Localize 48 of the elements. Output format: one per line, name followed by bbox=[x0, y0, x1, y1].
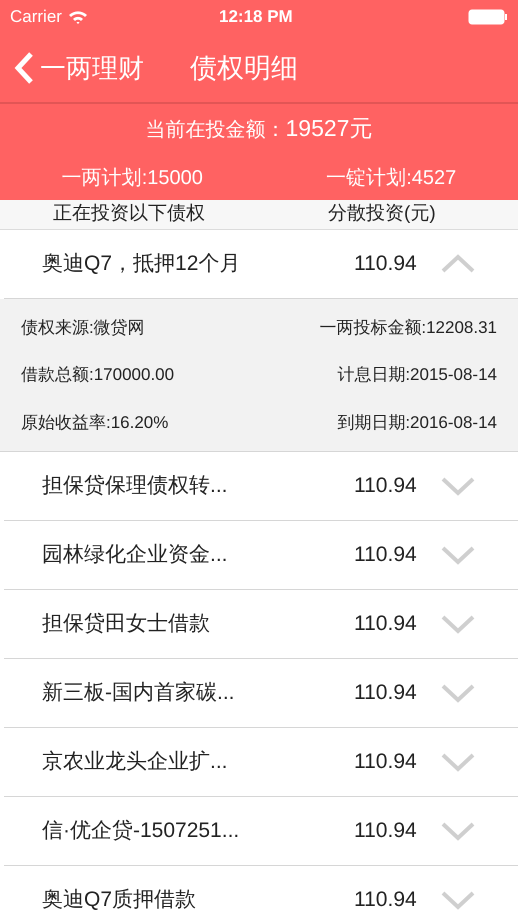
investment-row[interactable]: 奥迪Q7质押借款 110.94 bbox=[4, 866, 518, 920]
status-time: 12:18 PM bbox=[219, 6, 293, 28]
loan-amount: 110.94 bbox=[353, 611, 418, 638]
loan-amount: 110.94 bbox=[353, 887, 418, 914]
detail-text: 一两投标金额:12208.31 bbox=[319, 316, 497, 338]
back-chevron-icon bbox=[14, 51, 34, 85]
loan-name: 京农业龙头企业扩... bbox=[41, 749, 229, 776]
loan-amount: 110.94 bbox=[353, 680, 418, 706]
battery-icon bbox=[468, 9, 508, 25]
chevron-down-icon[interactable] bbox=[441, 476, 475, 496]
investment-row[interactable]: 担保贷保理债权转... 110.94 bbox=[4, 452, 518, 521]
loan-name: 园林绿化企业资金... bbox=[41, 542, 229, 568]
detail-text: 计息日期:2015-08-14 bbox=[337, 364, 497, 386]
chevron-down-icon[interactable] bbox=[441, 614, 475, 634]
loan-amount: 110.94 bbox=[353, 542, 418, 568]
loan-name: 担保贷田女士借款 bbox=[41, 611, 211, 638]
plan-amount: 一锭计划:4527 bbox=[326, 166, 456, 192]
chevron-down-icon[interactable] bbox=[441, 890, 475, 910]
loan-amount: 110.94 bbox=[353, 818, 418, 844]
chevron-up-icon[interactable] bbox=[441, 254, 475, 274]
loan-amount: 110.94 bbox=[353, 250, 418, 277]
column-header: 分散投资(元) bbox=[328, 202, 436, 226]
loan-name: 担保贷保理债权转... bbox=[41, 473, 229, 500]
detail-text: 原始收益率:16.20% bbox=[21, 412, 168, 434]
chevron-down-icon[interactable] bbox=[441, 683, 475, 703]
column-header: 正在投资以下债权 bbox=[52, 202, 206, 226]
detail-text: 到期日期:2016-08-14 bbox=[337, 412, 497, 434]
investment-row[interactable]: 园林绿化企业资金... 110.94 bbox=[4, 521, 518, 590]
loan-amount: 110.94 bbox=[353, 749, 418, 776]
detail-text: 债权来源:微贷网 bbox=[21, 316, 145, 338]
investment-row[interactable]: 新三板-国内首家碳... 110.94 bbox=[4, 659, 518, 728]
loan-name: 奥迪Q7质押借款 bbox=[41, 887, 198, 914]
investment-row[interactable]: 担保贷田女士借款 110.94 bbox=[4, 590, 518, 659]
page-title: 债权明细 bbox=[190, 52, 298, 85]
carrier-label: Carrier bbox=[10, 6, 62, 28]
chevron-down-icon[interactable] bbox=[441, 821, 475, 841]
investment-row[interactable]: 信·优企贷-1507251... 110.94 bbox=[4, 797, 518, 866]
chevron-down-icon[interactable] bbox=[441, 752, 475, 772]
loan-amount: 110.94 bbox=[353, 473, 418, 500]
loan-name: 信·优企贷-1507251... bbox=[41, 818, 240, 844]
chevron-down-icon[interactable] bbox=[441, 545, 475, 565]
loan-name: 奥迪Q7，抵押12个月 bbox=[41, 250, 242, 277]
total-amount: 当前在投金额：19527元 bbox=[146, 114, 372, 143]
loan-name: 新三板-国内首家碳... bbox=[41, 680, 236, 706]
wifi-icon bbox=[68, 10, 88, 24]
detail-text: 借款总额:170000.00 bbox=[21, 364, 174, 386]
investment-row[interactable]: 京农业龙头企业扩... 110.94 bbox=[4, 728, 518, 797]
plan-amount: 一两计划:15000 bbox=[62, 166, 203, 192]
